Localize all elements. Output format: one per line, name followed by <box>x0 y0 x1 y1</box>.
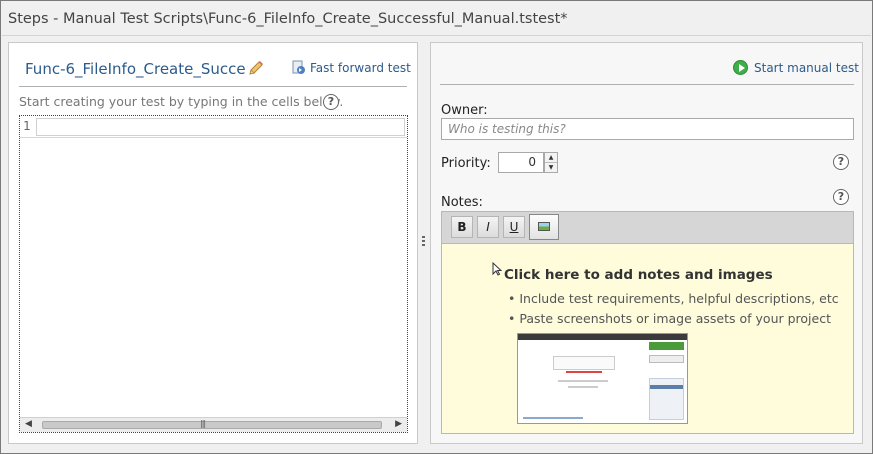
window-title: Steps - Manual Test Scripts\Func-6_FileI… <box>2 2 871 36</box>
priority-input[interactable]: 0 <box>498 152 544 173</box>
chevron-up-icon[interactable]: ▲ <box>545 153 557 163</box>
owner-input[interactable] <box>441 118 854 140</box>
script-title[interactable]: Func-6_FileInfo_Create_Successful_Manual <box>25 60 245 78</box>
grip-icon: ||| <box>200 419 206 428</box>
row-number: 1 <box>23 119 31 133</box>
italic-button[interactable]: I <box>477 216 499 238</box>
scroll-left-icon[interactable]: ◀ <box>25 419 32 429</box>
scrollbar-thumb[interactable] <box>42 421 382 429</box>
help-icon[interactable]: ? <box>833 154 849 170</box>
priority-label: Priority: <box>441 156 491 171</box>
scroll-right-icon[interactable]: ▶ <box>395 419 402 429</box>
fast-forward-icon[interactable] <box>292 59 306 75</box>
help-icon[interactable]: ? <box>833 189 849 205</box>
example-screenshot-image <box>517 333 688 424</box>
play-icon[interactable] <box>733 60 748 75</box>
steps-hint: Start creating your test by typing in th… <box>19 94 344 110</box>
notes-bullet: • Include test requirements, helpful des… <box>508 291 839 306</box>
help-icon[interactable]: ? <box>323 94 339 110</box>
underline-button[interactable]: U <box>503 216 525 238</box>
priority-stepper[interactable]: ▲ ▼ <box>544 152 558 173</box>
divider <box>19 86 407 87</box>
start-manual-test-button[interactable]: Start manual test <box>754 61 859 75</box>
notes-toolbar: B I U <box>441 211 854 243</box>
table-row: 1 <box>20 116 407 138</box>
notes-area[interactable]: Click here to add notes and images • Inc… <box>441 243 854 434</box>
steps-panel: Func-6_FileInfo_Create_Successful_Manual… <box>8 42 418 444</box>
steps-grid: 1 ◀ ||| ▶ <box>19 115 408 433</box>
notes-label: Notes: <box>441 195 483 210</box>
notes-headline[interactable]: Click here to add notes and images <box>504 267 773 283</box>
horizontal-scrollbar[interactable]: ◀ ||| ▶ <box>20 417 407 432</box>
fast-forward-button[interactable]: Fast forward test <box>310 61 411 75</box>
insert-image-icon <box>538 222 550 231</box>
owner-label: Owner: <box>441 103 488 118</box>
steps-hint-text: Start creating your test by typing in th… <box>19 94 344 109</box>
chevron-down-icon[interactable]: ▼ <box>545 163 557 173</box>
mouse-cursor-icon <box>492 262 502 276</box>
notes-bullet: • Paste screenshots or image assets of y… <box>508 311 831 326</box>
panel-splitter[interactable] <box>421 236 427 250</box>
step-cell[interactable] <box>36 118 405 136</box>
divider <box>440 84 854 85</box>
insert-image-button[interactable] <box>529 214 559 240</box>
pencil-icon[interactable] <box>247 59 265 77</box>
bold-button[interactable]: B <box>451 216 473 238</box>
